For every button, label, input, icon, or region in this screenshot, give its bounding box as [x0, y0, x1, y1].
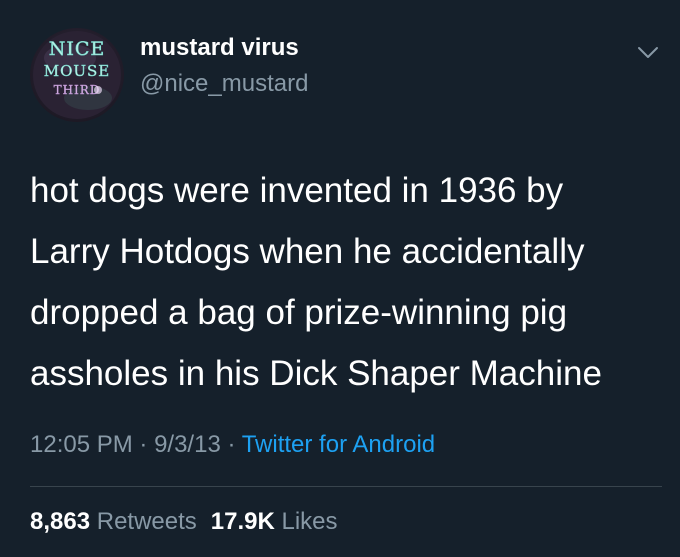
- divider: [30, 486, 662, 487]
- tweet-date[interactable]: 9/3/13: [154, 431, 221, 458]
- avatar-image: NICE MOUSE THIRD: [33, 31, 121, 119]
- user-handle[interactable]: @nice_mustard: [140, 70, 308, 98]
- tweet-time[interactable]: 12:05 PM: [30, 431, 133, 458]
- likes-stat[interactable]: 17.9K Likes: [211, 508, 338, 535]
- avatar-text-line-1: NICE: [49, 38, 106, 60]
- tweet-stats: 8,863 Retweets 17.9K Likes: [30, 508, 338, 536]
- meta-separator: ·: [220, 431, 242, 458]
- chevron-down-icon[interactable]: [636, 40, 660, 64]
- meta-separator: ·: [132, 431, 155, 458]
- avatar-text-line-3: THIRD: [54, 83, 101, 97]
- likes-count: 17.9K: [210, 508, 275, 535]
- tweet-card: NICE MOUSE THIRD mustard virus @nice_mus…: [0, 0, 680, 557]
- tweet-text-line: assholes in his Dick Shaper Machine: [30, 354, 602, 393]
- tweet-text: hot dogs were invented in 1936 by Larry …: [30, 160, 670, 404]
- retweets-label: Retweets: [96, 508, 197, 535]
- tweet-text-line: hot dogs were invented in 1936 by: [30, 171, 564, 210]
- retweets-count: 8,863: [30, 508, 91, 535]
- tweet-text-line: dropped a bag of prize-winning pig: [30, 293, 568, 332]
- likes-label: Likes: [281, 508, 338, 535]
- avatar[interactable]: NICE MOUSE THIRD: [30, 28, 124, 122]
- tweet-source-link[interactable]: Twitter for Android: [242, 431, 435, 458]
- tweet-text-line: Larry Hotdogs when he accidentally: [30, 232, 585, 271]
- display-name[interactable]: mustard virus: [140, 34, 299, 62]
- retweets-stat[interactable]: 8,863 Retweets: [30, 508, 197, 535]
- avatar-text-line-2: MOUSE: [44, 62, 111, 80]
- tweet-meta: 12:05 PM · 9/3/13 · Twitter for Android: [30, 431, 435, 459]
